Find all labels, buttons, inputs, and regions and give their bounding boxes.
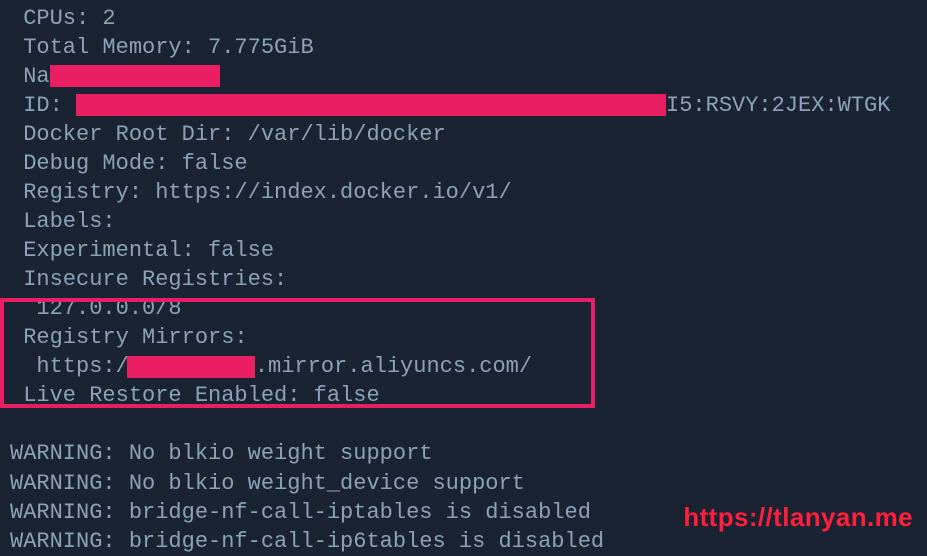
- watermark: https://tlanyan.me: [683, 500, 913, 534]
- warning-1: WARNING: No blkio weight support: [10, 439, 917, 468]
- name-line: Na: [10, 62, 917, 91]
- mirrors-header-line: Registry Mirrors:: [10, 323, 917, 352]
- mirror-prefix: https:/: [10, 354, 129, 379]
- redacted-id: [76, 94, 666, 116]
- redacted-mirror: [127, 356, 255, 378]
- insecure-header-line: Insecure Registries:: [10, 265, 917, 294]
- debug-mode-line: Debug Mode: false: [10, 149, 917, 178]
- cpus-line: CPUs: 2: [10, 4, 917, 33]
- blank-line: [10, 410, 917, 439]
- labels-line: Labels:: [10, 207, 917, 236]
- redacted-name: [50, 65, 220, 87]
- memory-line: Total Memory: 7.775GiB: [10, 33, 917, 62]
- mirror-entry-line: https:/ .mirror.aliyuncs.com/: [10, 352, 917, 381]
- id-suffix: I5:RSVY:2JEX:WTGK: [666, 93, 890, 118]
- registry-line: Registry: https://index.docker.io/v1/: [10, 178, 917, 207]
- id-line: ID: I5:RSVY:2JEX:WTGK: [10, 91, 917, 120]
- live-restore-line: Live Restore Enabled: false: [10, 381, 917, 410]
- docker-root-line: Docker Root Dir: /var/lib/docker: [10, 120, 917, 149]
- experimental-line: Experimental: false: [10, 236, 917, 265]
- warning-2: WARNING: No blkio weight_device support: [10, 469, 917, 498]
- id-prefix: ID:: [10, 93, 76, 118]
- mirror-suffix: .mirror.aliyuncs.com/: [255, 354, 532, 379]
- insecure-entry-line: 127.0.0.0/8: [10, 294, 917, 323]
- name-prefix: Na: [10, 64, 50, 89]
